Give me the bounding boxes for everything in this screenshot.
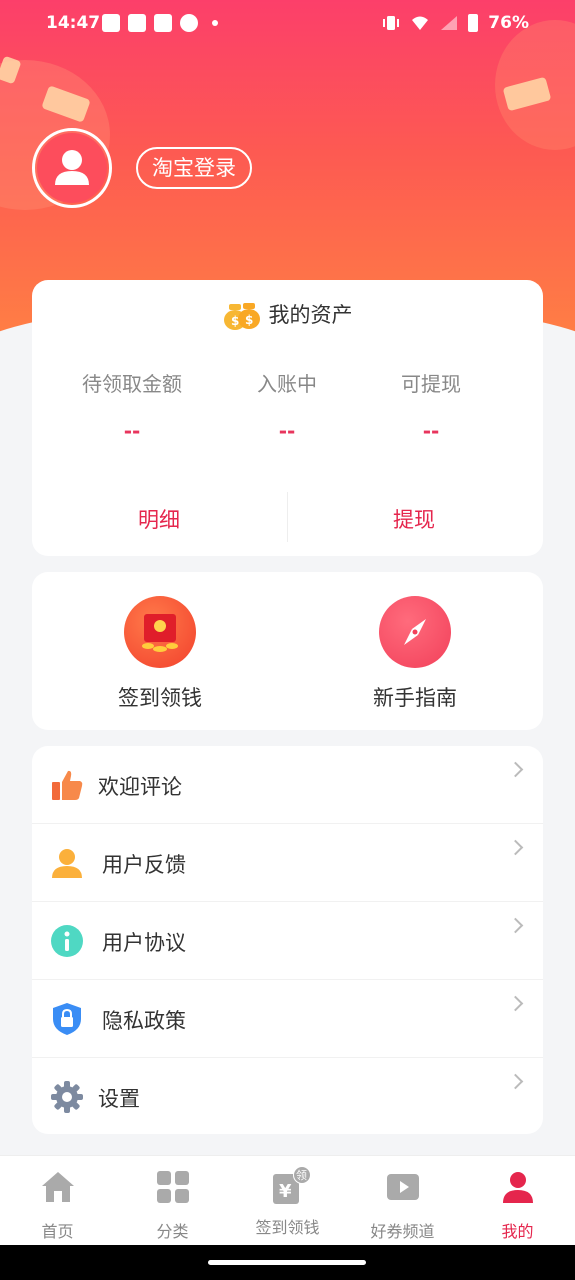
battery-level: 76% [488,13,529,33]
beginner-guide-button[interactable]: 新手指南 [335,596,495,712]
assets-card: $ $ 我的资产 待领取金额 -- 入账中 -- 可提现 -- 明细 提现 [32,280,543,556]
chevron-right-icon [507,761,524,778]
avatar-frame [37,133,107,203]
tab-label: 分类 [156,1222,189,1241]
grid-icon [156,1171,189,1203]
chevron-right-icon [507,839,524,856]
status-time: 14:47 [46,13,101,33]
settings-menu: 欢迎评论 用户反馈 用户协议 隐私政策 设置 [32,746,543,1134]
asset-value: -- [278,419,296,443]
shopping-bag-icon [154,14,172,32]
tab-label: 好券频道 [370,1222,435,1241]
video-ticket-icon [386,1174,419,1200]
shopping-bag-icon [102,14,120,32]
home-icon [41,1172,74,1202]
tab-label: 我的 [501,1222,534,1241]
shield-lock-icon [53,1003,81,1035]
chevron-right-icon [507,995,524,1012]
coupon-yen-icon: ¥ 领 [271,1166,311,1204]
menu-label: 隐私政策 [102,1009,186,1033]
shopping-bag-icon [128,14,146,32]
system-icons: 76% [382,13,529,33]
asset-crediting: 入账中 -- [207,368,367,443]
tab-category[interactable]: 分类 [115,1170,230,1242]
menu-label: 欢迎评论 [98,775,182,799]
taobao-login-button[interactable]: 淘宝登录 [136,147,252,189]
menu-item-settings[interactable]: 设置 [32,1058,543,1136]
thumbs-up-icon [52,770,83,800]
asset-pending: 待领取金额 -- [52,368,212,443]
notification-icons [102,14,218,32]
wifi-icon [412,16,429,30]
asset-value: -- [422,419,440,443]
profile-icon [502,1172,533,1203]
tab-label: 签到领钱 [255,1218,320,1237]
avatar[interactable] [32,128,112,208]
gear-icon [51,1081,83,1113]
tab-coupon-channel[interactable]: 好券频道 [345,1170,460,1242]
asset-label: 可提现 [401,372,461,396]
assets-title: $ $ 我的资产 [32,298,543,330]
quick-actions-card: 签到领钱 新手指南 [32,572,543,730]
battery-icon [468,14,479,32]
tab-sign-in-money[interactable]: ¥ 领 签到领钱 [230,1166,345,1238]
user-silhouette-icon [37,133,107,203]
tab-label: 首页 [41,1222,74,1241]
menu-label: 用户反馈 [102,853,186,877]
info-icon [51,925,83,957]
asset-withdrawable: 可提现 -- [351,368,511,443]
asset-label: 入账中 [257,372,317,396]
menu-item-privacy-policy[interactable]: 隐私政策 [32,980,543,1058]
chevron-right-icon [507,917,524,934]
asset-label: 待领取金额 [82,372,182,396]
money-bag-icon: $ $ [223,303,260,330]
tab-home[interactable]: 首页 [0,1170,115,1242]
status-bar: 14:47 76% [0,0,575,48]
more-notifications-icon [212,20,218,26]
menu-item-user-agreement[interactable]: 用户协议 [32,902,543,980]
svg-text:¥: ¥ [279,1181,292,1202]
chevron-right-icon [507,1073,524,1090]
gauge-icon [180,14,198,32]
quick-label: 签到领钱 [118,686,202,710]
compass-icon [379,596,451,668]
vibrate-icon [383,16,400,30]
system-navigation-bar [0,1245,575,1280]
asset-value: -- [123,419,141,443]
divider [287,492,288,542]
sign-in-money-button[interactable]: 签到领钱 [80,596,240,712]
assets-title-text: 我的资产 [268,303,353,327]
withdraw-button[interactable]: 提现 [393,504,435,534]
home-gesture-handle[interactable] [208,1260,366,1265]
detail-button[interactable]: 明细 [138,504,180,534]
red-envelope-icon [124,596,196,668]
tab-mine[interactable]: 我的 [460,1170,575,1242]
user-icon [52,849,82,878]
claim-badge: 领 [292,1166,311,1184]
menu-label: 设置 [98,1087,140,1111]
menu-label: 用户协议 [102,931,186,955]
quick-label: 新手指南 [373,686,457,710]
signal-icon [441,16,458,30]
svg-text:$: $ [231,314,239,328]
menu-item-user-feedback[interactable]: 用户反馈 [32,824,543,902]
menu-item-welcome-comment[interactable]: 欢迎评论 [32,746,543,824]
bottom-tab-bar: 首页 分类 ¥ 领 签到领钱 好券频道 我的 [0,1155,575,1245]
svg-text:$: $ [245,313,253,327]
